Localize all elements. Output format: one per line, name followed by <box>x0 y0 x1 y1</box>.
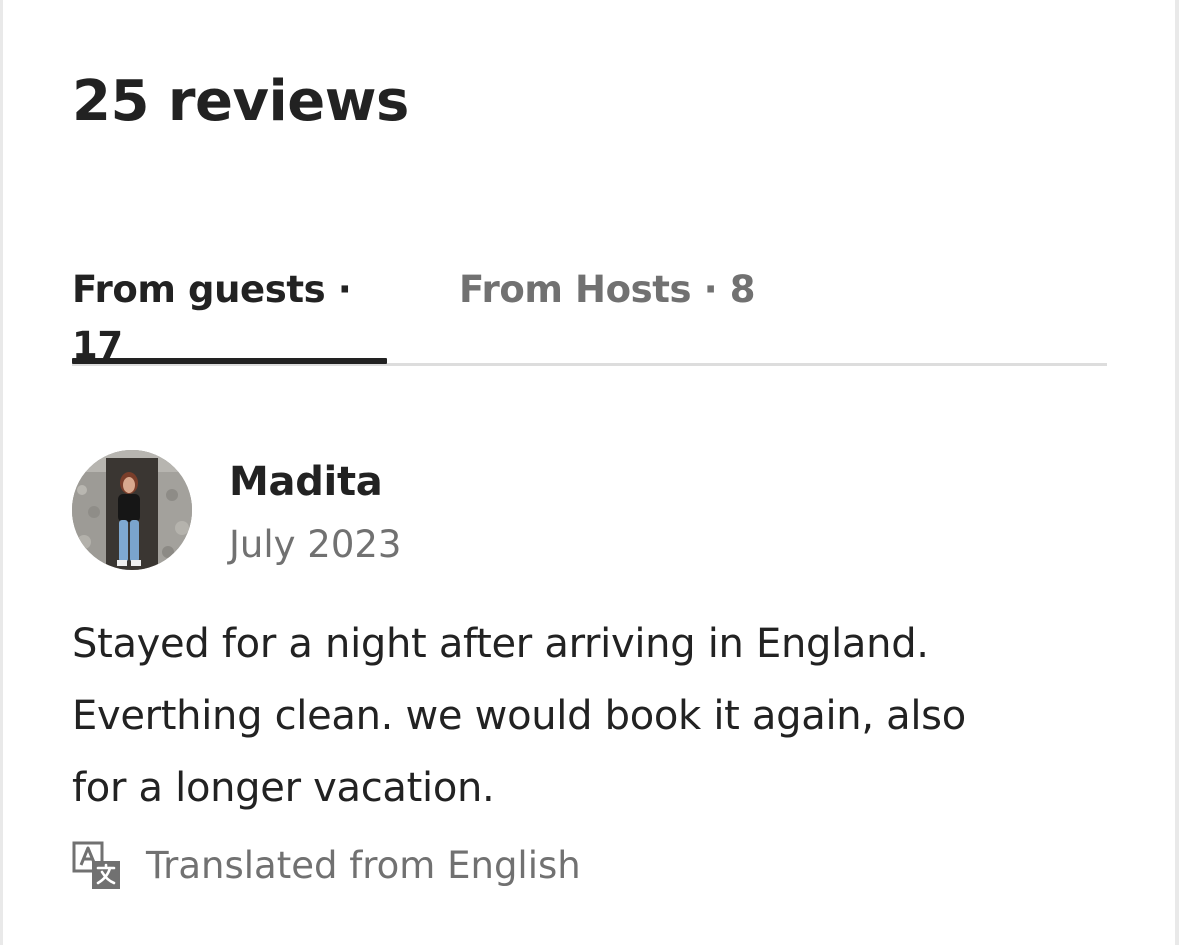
frame-edge-right <box>1175 0 1179 945</box>
review-date: July 2023 <box>229 523 402 566</box>
reviewer-avatar[interactable] <box>72 450 192 570</box>
frame-edge-left <box>0 0 3 945</box>
review-text-line: Stayed for a night after arriving in Eng… <box>72 621 929 667</box>
review-text-line: Everthing clean. we would book it again,… <box>72 693 966 739</box>
tab-from-guests[interactable]: From guests · 17 <box>72 262 387 367</box>
translate-icon <box>72 841 120 889</box>
translation-label: Translated from English <box>146 844 581 887</box>
tab-from-hosts[interactable]: From Hosts · 8 <box>459 262 759 362</box>
avatar-photo-icon <box>72 450 192 570</box>
active-tab-indicator <box>72 358 387 364</box>
reviewer-name: Madita <box>229 459 383 505</box>
translation-note: Translated from English <box>72 838 581 894</box>
review-tabs: From guests · 17 From Hosts · 8 <box>72 262 1107 367</box>
review-text-line: for a longer vacation. <box>72 765 495 811</box>
reviews-heading: 25 reviews <box>72 69 409 134</box>
review-text: Stayed for a night after arriving in Eng… <box>72 608 1082 824</box>
